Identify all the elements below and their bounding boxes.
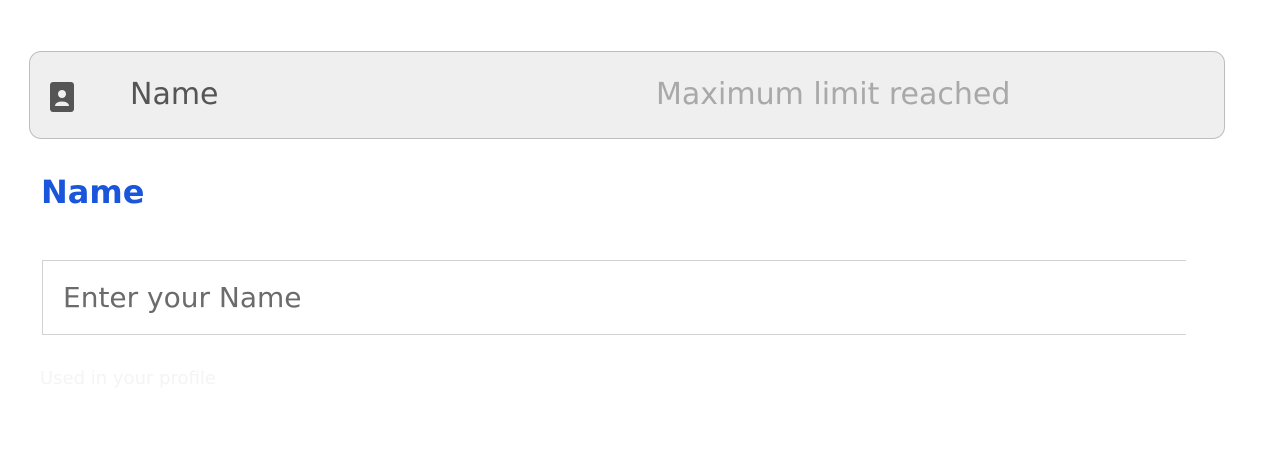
helper-text: Used in your profile [40, 368, 216, 389]
contact-card-icon [50, 82, 74, 112]
section-title: Name [41, 173, 145, 211]
chip-label: Name [130, 77, 219, 112]
name-field-chip[interactable]: Name Maximum limit reached [29, 51, 1225, 139]
input-fade-edge [1186, 255, 1246, 345]
name-input[interactable] [42, 260, 1222, 335]
limit-status-text: Maximum limit reached [656, 77, 1011, 112]
